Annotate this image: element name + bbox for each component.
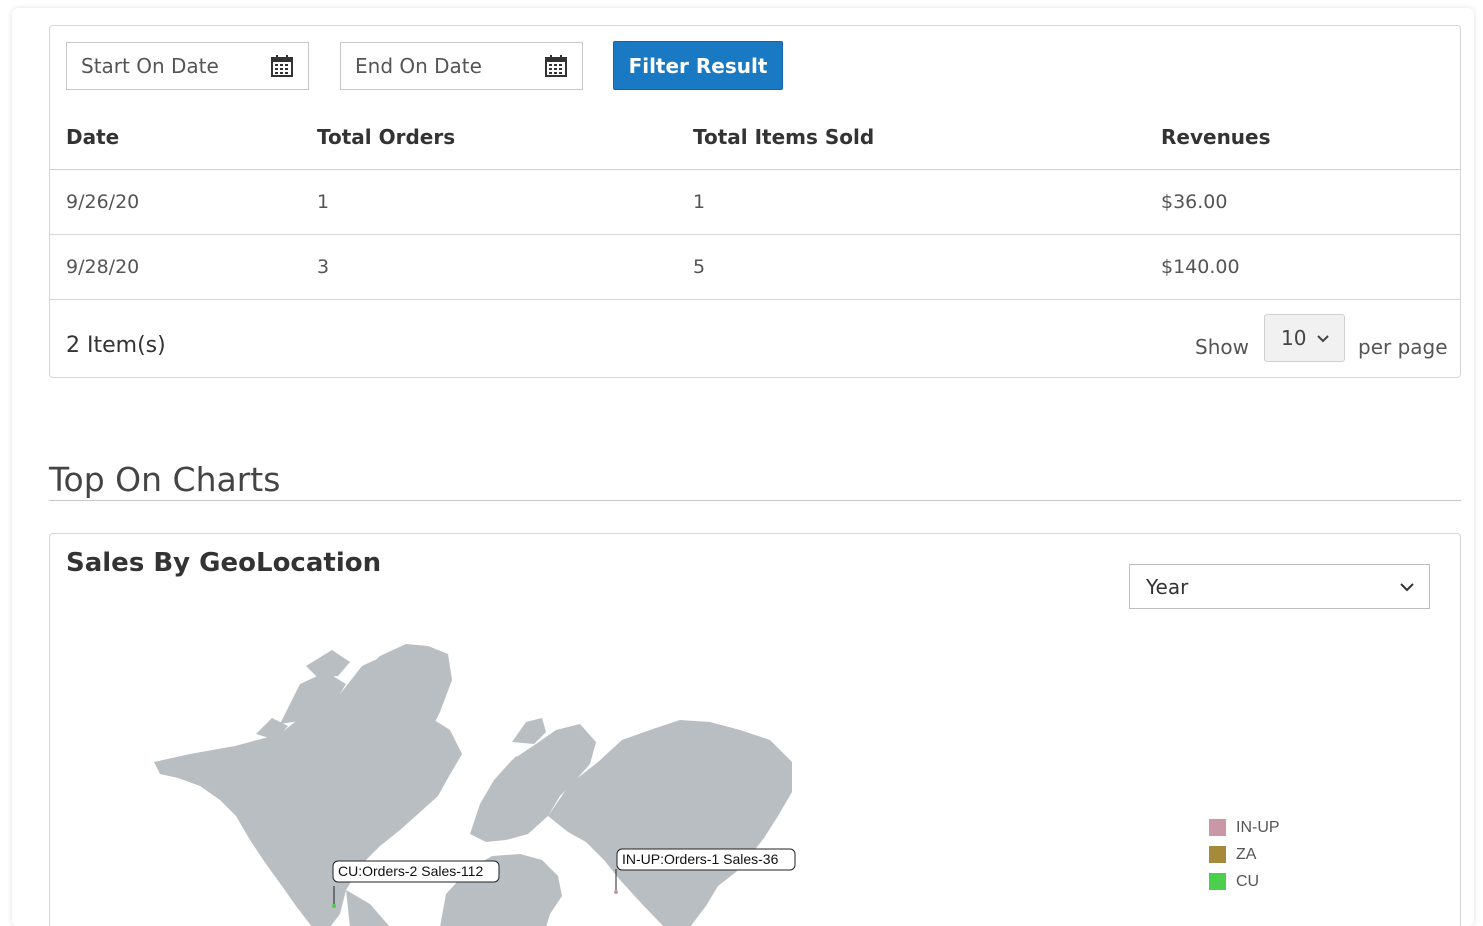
section-divider bbox=[49, 500, 1461, 501]
show-label: Show bbox=[1195, 335, 1249, 359]
column-header-date[interactable]: Date bbox=[50, 106, 301, 170]
sales-report-panel: Start On Date End On Date Filter Result … bbox=[49, 25, 1461, 378]
map-legend: IN-UP ZA CU bbox=[1209, 814, 1280, 895]
in-up-tooltip-text: IN-UP:Orders-1 Sales-36 bbox=[622, 851, 779, 867]
end-date-placeholder: End On Date bbox=[355, 54, 482, 78]
cu-region-marker[interactable] bbox=[332, 904, 336, 908]
cell-revenues: $36.00 bbox=[1145, 169, 1460, 235]
end-date-input[interactable]: End On Date bbox=[340, 42, 583, 90]
cell-total-items-sold: 5 bbox=[677, 234, 1145, 300]
legend-swatch bbox=[1209, 846, 1226, 863]
filter-result-button[interactable]: Filter Result bbox=[613, 41, 783, 90]
pager-row: 2 Item(s) Show 10 per page bbox=[50, 314, 1460, 378]
chevron-down-icon bbox=[1317, 335, 1330, 343]
per-page-value: 10 bbox=[1281, 326, 1307, 350]
legend-label: IN-UP bbox=[1236, 818, 1280, 836]
cell-total-orders: 3 bbox=[301, 234, 677, 300]
calendar-icon[interactable] bbox=[270, 54, 294, 78]
in-up-tooltip: IN-UP:Orders-1 Sales-36 bbox=[616, 848, 796, 871]
legend-item-za: ZA bbox=[1209, 841, 1280, 868]
per-page-label: per page bbox=[1358, 335, 1448, 359]
column-header-revenues[interactable]: Revenues bbox=[1145, 106, 1460, 170]
per-page-select[interactable]: 10 bbox=[1264, 314, 1345, 362]
column-header-total-orders[interactable]: Total Orders bbox=[301, 106, 677, 170]
table-row: 9/28/20 3 5 $140.00 bbox=[50, 234, 1460, 300]
table-row: 9/26/20 1 1 $36.00 bbox=[50, 169, 1460, 235]
cell-date: 9/28/20 bbox=[50, 234, 301, 300]
cu-tooltip: CU:Orders-2 Sales-112 bbox=[332, 860, 500, 883]
legend-swatch bbox=[1209, 873, 1226, 890]
charts-section-heading: Top On Charts bbox=[49, 460, 281, 499]
cell-revenues: $140.00 bbox=[1145, 234, 1460, 300]
legend-item-in-up: IN-UP bbox=[1209, 814, 1280, 841]
cu-tooltip-text: CU:Orders-2 Sales-112 bbox=[338, 863, 483, 879]
items-count: 2 Item(s) bbox=[66, 333, 166, 358]
cell-total-items-sold: 1 bbox=[677, 169, 1145, 235]
column-header-total-items-sold[interactable]: Total Items Sold bbox=[677, 106, 1145, 170]
world-map-land bbox=[154, 644, 792, 926]
legend-swatch bbox=[1209, 819, 1226, 836]
legend-label: CU bbox=[1236, 872, 1260, 890]
table-header-row: Date Total Orders Total Items Sold Reven… bbox=[50, 106, 1460, 170]
in-up-region-marker[interactable] bbox=[614, 890, 618, 894]
start-date-input[interactable]: Start On Date bbox=[66, 42, 309, 90]
start-date-placeholder: Start On Date bbox=[81, 54, 219, 78]
legend-label: ZA bbox=[1236, 845, 1257, 863]
geo-chart-panel: Sales By GeoLocation Year CU:Orders-2 Sa… bbox=[49, 533, 1461, 926]
sales-report-table: Date Total Orders Total Items Sold Reven… bbox=[50, 106, 1460, 300]
legend-item-cu: CU bbox=[1209, 868, 1280, 895]
calendar-icon[interactable] bbox=[544, 54, 568, 78]
cell-date: 9/26/20 bbox=[50, 169, 301, 235]
cell-total-orders: 1 bbox=[301, 169, 677, 235]
